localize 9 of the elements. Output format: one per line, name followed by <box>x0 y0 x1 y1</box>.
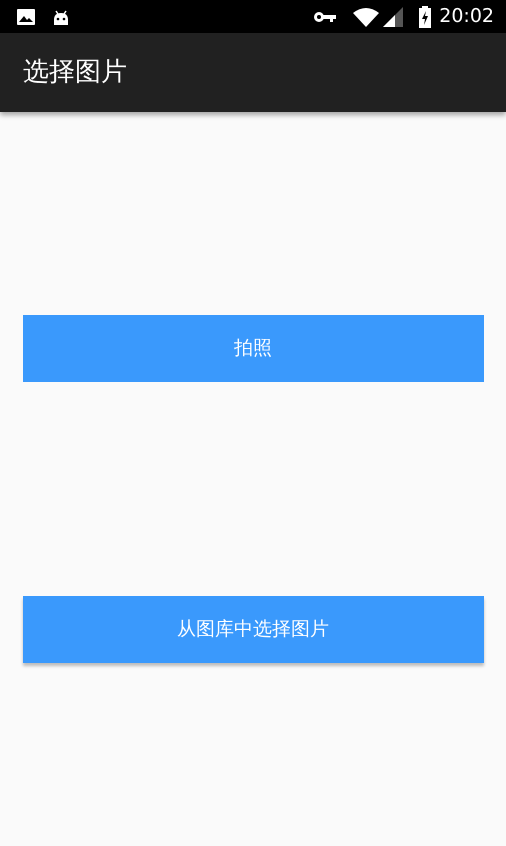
clock: 20:02 <box>439 4 494 30</box>
battery-charging-icon <box>419 6 432 28</box>
screen-title: 选择图片 <box>23 56 127 88</box>
image-icon <box>16 8 36 26</box>
wifi-icon <box>353 6 380 26</box>
action-button[interactable]: 从图库中选择图片 <box>22 596 484 663</box>
key-icon <box>313 10 338 24</box>
action-button[interactable]: 拍照 <box>22 315 484 382</box>
signal-icon <box>383 6 404 26</box>
